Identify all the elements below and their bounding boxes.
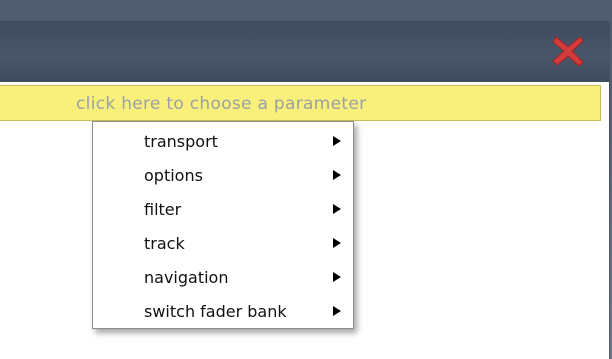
menu-item-label: switch fader bank: [144, 302, 287, 321]
menu-item-track[interactable]: track: [93, 226, 353, 260]
menu-item-label: options: [144, 166, 203, 185]
chevron-right-icon: [333, 204, 341, 214]
menu-item-label: filter: [144, 200, 182, 219]
close-icon[interactable]: [551, 34, 585, 68]
menu-item-navigation[interactable]: navigation: [93, 260, 353, 294]
chevron-right-icon: [333, 306, 341, 316]
menu-item-options[interactable]: options: [93, 158, 353, 192]
chevron-right-icon: [333, 238, 341, 248]
titlebar: [0, 22, 609, 82]
page: click here to choose a parameter transpo…: [0, 0, 612, 359]
menu-item-label: navigation: [144, 268, 229, 287]
menu-item-switch-fader-bank[interactable]: switch fader bank: [93, 294, 353, 328]
parameter-chooser[interactable]: click here to choose a parameter: [0, 85, 601, 121]
menu-item-filter[interactable]: filter: [93, 192, 353, 226]
chevron-right-icon: [333, 170, 341, 180]
parameter-chooser-placeholder: click here to choose a parameter: [76, 94, 367, 114]
menu-item-label: track: [144, 234, 185, 253]
menu-item-label: transport: [144, 132, 218, 151]
chevron-right-icon: [333, 272, 341, 282]
chevron-right-icon: [333, 136, 341, 146]
menu-item-transport[interactable]: transport: [93, 124, 353, 158]
parameter-menu: transport options filter track navigatio…: [92, 121, 354, 329]
